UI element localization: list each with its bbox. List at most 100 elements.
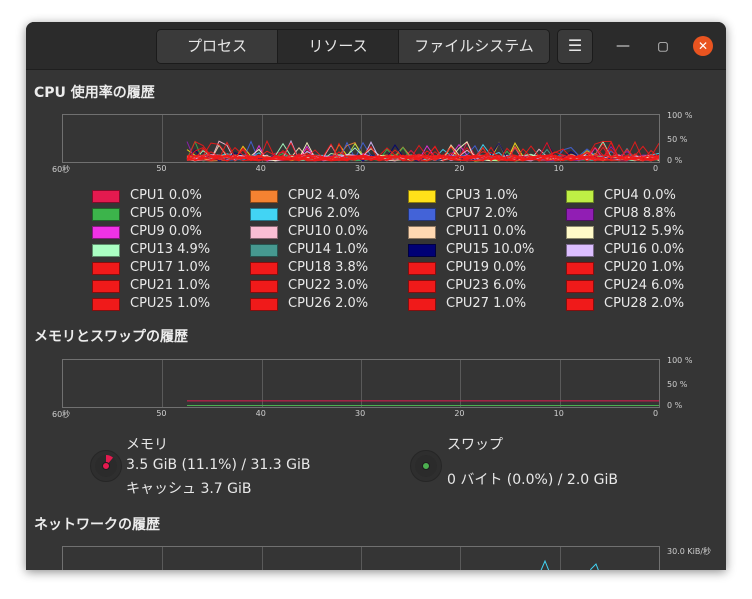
memory-pie-center-dot [102,462,110,470]
cpu-usage-label: CPU19 0.0% [446,260,527,275]
tab-file-systems[interactable]: ファイルシステム [399,30,549,63]
cpu-color-swatch[interactable] [92,262,120,275]
memory-usage-value: 3.5 GiB (11.1%) / 31.3 GiB [126,457,311,473]
network-y-tick-top: 30.0 KiB/秒 [667,547,712,556]
cpu-usage-label: CPU14 1.0% [288,242,369,257]
close-icon: ✕ [697,39,709,53]
cpu-usage-label: CPU24 6.0% [604,278,685,293]
network-history-line [540,559,599,570]
hamburger-menu-button[interactable]: ☰ [557,29,593,64]
cpu-usage-label: CPU1 0.0% [130,188,202,203]
network-history-title: ネットワークの履歴 [34,517,160,533]
cpu-color-swatch[interactable] [408,208,436,221]
cpu_section-y-tick: 100 % [667,111,693,120]
cpu-color-swatch[interactable] [408,298,436,311]
tab-processes[interactable]: プロセス [157,30,278,63]
maximize-button[interactable]: ▢ [653,36,673,56]
cpu-color-swatch[interactable] [92,190,120,203]
memory_section-x-tick: 20 [454,409,465,418]
memory_section-x-tick: 40 [255,409,266,418]
cpu-history-graph [62,114,660,163]
cpu-usage-label: CPU27 1.0% [446,296,527,311]
header-bar: プロセス リソース ファイルシステム ☰ — ▢ ✕ [26,22,726,70]
tab-resources[interactable]: リソース [278,30,399,63]
cpu-color-swatch[interactable] [92,244,120,257]
memory_section-y-tick: 100 % [667,356,693,365]
cpu-usage-label: CPU8 8.8% [604,206,676,221]
cpu-usage-label: CPU6 2.0% [288,206,360,221]
minimize-button[interactable]: — [613,36,633,56]
cpu-color-swatch[interactable] [250,244,278,257]
cpu-usage-label: CPU13 4.9% [130,242,211,257]
cpu-usage-label: CPU28 2.0% [604,296,685,311]
memory_section-x-tick: 0 [653,409,659,418]
cpu_section-y-tick: 50 % [667,134,688,144]
cpu-usage-label: CPU23 6.0% [446,278,527,293]
memory_section-x-tick: 10 [553,409,564,418]
close-button[interactable]: ✕ [693,36,713,56]
cpu-usage-label: CPU4 0.0% [604,188,676,203]
cpu-color-swatch[interactable] [250,280,278,293]
network-history-graph [62,546,660,570]
cpu-usage-label: CPU11 0.0% [446,224,527,239]
memory-swap-history-title: メモリとスワップの履歴 [34,329,188,345]
cpu-color-swatch[interactable] [250,190,278,203]
memory_section-x-tick: 60秒 [52,410,71,419]
swap-label: スワップ [447,437,503,453]
cpu-color-swatch[interactable] [92,226,120,239]
cpu-usage-label: CPU2 4.0% [288,188,360,203]
memory_section-y-tick: 0 % [667,401,683,410]
cpu-usage-label: CPU10 0.0% [288,224,369,239]
cpu-usage-label: CPU17 1.0% [130,260,211,275]
cpu_section-x-tick: 60秒 [52,165,71,174]
cpu-color-swatch[interactable] [566,244,594,257]
memory_section-x-tick: 30 [355,409,366,418]
cpu-usage-label: CPU18 3.8% [288,260,369,275]
cpu-color-swatch[interactable] [408,280,436,293]
cpu-color-swatch[interactable] [92,280,120,293]
cpu-color-swatch[interactable] [566,190,594,203]
swap-pie-center-dot [422,462,430,470]
cpu-color-swatch[interactable] [250,208,278,221]
memory-usage-pie [90,450,122,482]
cpu-usage-label: CPU7 2.0% [446,206,518,221]
cpu_section-x-tick: 50 [156,164,167,173]
cpu-color-swatch[interactable] [408,244,436,257]
view-switcher: プロセス リソース ファイルシステム [156,29,550,64]
cpu-color-swatch[interactable] [250,262,278,275]
cpu-usage-label: CPU12 5.9% [604,224,685,239]
cpu-usage-label: CPU22 3.0% [288,278,369,293]
cpu-usage-label: CPU9 0.0% [130,224,202,239]
minimize-icon: — [616,38,630,54]
cpu-color-swatch[interactable] [408,226,436,239]
cpu-usage-label: CPU20 1.0% [604,260,685,275]
cpu-color-swatch[interactable] [92,208,120,221]
cpu_section-x-tick: 30 [355,164,366,173]
cpu-usage-label: CPU21 1.0% [130,278,211,293]
cpu-usage-label: CPU3 1.0% [446,188,518,203]
swap-usage-pie [410,450,442,482]
cpu-usage-label: CPU15 10.0% [446,242,535,257]
cpu-color-swatch[interactable] [566,226,594,239]
cpu_section-y-tick: 0 % [667,156,683,165]
cpu_section-x-tick: 0 [653,164,659,173]
cpu-color-swatch[interactable] [566,298,594,311]
cpu-color-swatch[interactable] [250,298,278,311]
cpu_section-x-tick: 40 [255,164,266,173]
memory_section-y-tick: 50 % [667,379,688,389]
memory-label: メモリ [126,437,168,453]
cpu-color-swatch[interactable] [408,262,436,275]
cpu-usage-label: CPU16 0.0% [604,242,685,257]
cpu-color-swatch[interactable] [566,262,594,275]
cpu-usage-label: CPU25 1.0% [130,296,211,311]
cpu-history-title: CPU 使用率の履歴 [34,85,155,101]
resources-content[interactable]: CPU 使用率の履歴 60秒 50 40 30 20 10 0 100 % 50 % 0 % CP… [26,70,726,570]
cpu-color-swatch[interactable] [92,298,120,311]
cpu-color-swatch[interactable] [566,208,594,221]
cpu-usage-label: CPU26 2.0% [288,296,369,311]
cpu-color-swatch[interactable] [566,280,594,293]
maximize-icon: ▢ [657,39,669,53]
hamburger-icon: ☰ [567,36,583,55]
cpu-color-swatch[interactable] [250,226,278,239]
cpu-color-swatch[interactable] [408,190,436,203]
